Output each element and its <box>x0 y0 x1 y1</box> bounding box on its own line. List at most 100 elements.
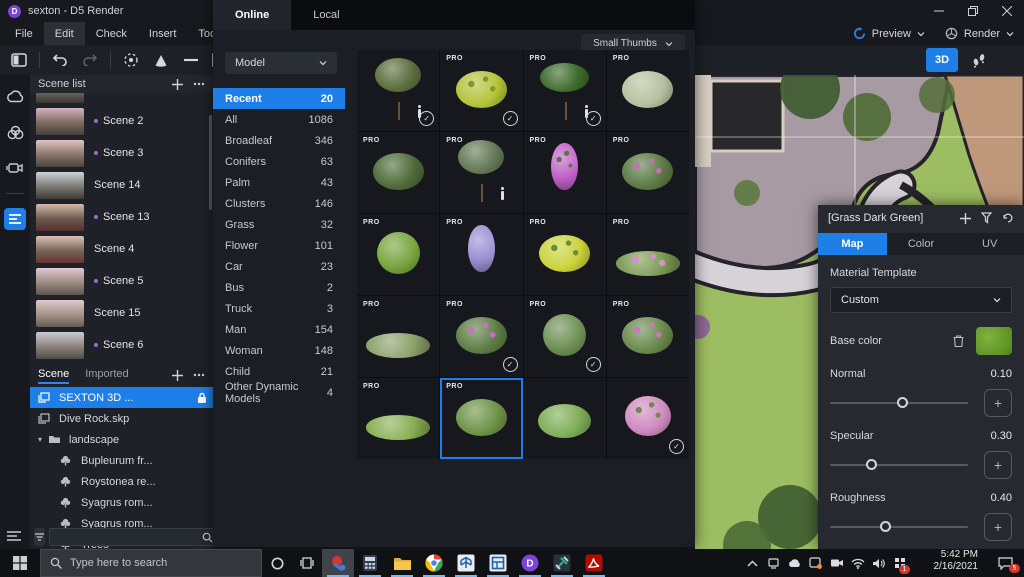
material-tab-color[interactable]: Color <box>887 233 956 255</box>
category-clusters[interactable]: Clusters146 <box>213 193 345 214</box>
taskbar-app-utility[interactable] <box>546 549 578 577</box>
slider-thumb[interactable] <box>880 521 891 532</box>
line-icon[interactable] <box>178 48 204 72</box>
assign-material-icon[interactable] <box>981 212 992 224</box>
asset-thumbnail[interactable]: PRO <box>440 132 522 213</box>
menu-check[interactable]: Check <box>85 22 138 45</box>
outliner-search-field[interactable] <box>56 530 202 544</box>
trash-icon[interactable] <box>953 335 964 347</box>
walk-mode-button[interactable] <box>964 48 994 72</box>
asset-thumbnail[interactable]: PRO <box>607 50 689 131</box>
scene-list-more-button[interactable] <box>193 82 205 86</box>
minimize-button[interactable] <box>922 0 956 22</box>
outliner-item[interactable]: Bupleurum fr... <box>30 450 213 471</box>
asset-thumbnail[interactable]: PRO✓ <box>440 50 522 131</box>
category-man[interactable]: Man154 <box>213 319 345 340</box>
scene-row[interactable]: Scene 14 <box>30 169 213 201</box>
action-center-button[interactable]: 5 <box>986 549 1024 577</box>
restore-button[interactable] <box>956 0 990 22</box>
scene-list-icon[interactable] <box>4 208 26 230</box>
filter-button[interactable] <box>34 528 45 546</box>
menu-edit[interactable]: Edit <box>44 22 85 45</box>
preview-button[interactable]: Preview <box>853 27 925 40</box>
taskbar-app-file-explorer[interactable] <box>386 549 418 577</box>
asset-thumbnail[interactable]: PRO <box>357 214 439 295</box>
scene-list-scrollbar[interactable] <box>209 115 212 210</box>
outliner-item[interactable]: ▾landscape <box>30 429 213 450</box>
asset-thumbnail[interactable]: PRO <box>607 132 689 213</box>
selection-circle-icon[interactable] <box>118 48 144 72</box>
asset-thumbnail[interactable]: ✓ <box>357 50 439 131</box>
cloud-icon[interactable] <box>4 85 26 107</box>
menu-file[interactable]: File <box>4 22 44 45</box>
scene-row[interactable]: Scene 13 <box>30 201 213 233</box>
taskbar-search-input[interactable]: Type here to search <box>40 549 262 577</box>
slider-add-map-button[interactable]: + <box>984 389 1012 417</box>
asset-thumbnail[interactable]: PRO✓ <box>524 50 606 131</box>
slider-track[interactable] <box>830 526 968 528</box>
wifi-icon[interactable] <box>847 549 868 577</box>
task-view-button[interactable] <box>292 549 322 577</box>
category-car[interactable]: Car23 <box>213 256 345 277</box>
materials-icon[interactable] <box>4 121 26 143</box>
asset-tab-local[interactable]: Local <box>291 0 361 30</box>
scene-row[interactable]: Scene 2 <box>30 105 213 137</box>
slider-thumb[interactable] <box>897 397 908 408</box>
material-tab-uv[interactable]: UV <box>955 233 1024 255</box>
scene-row[interactable]: Scene 11 <box>30 93 213 105</box>
cortana-button[interactable] <box>262 549 292 577</box>
device-icon[interactable] <box>763 549 784 577</box>
category-recent[interactable]: Recent20 <box>213 88 345 109</box>
undo-icon[interactable] <box>47 48 73 72</box>
category-truck[interactable]: Truck3 <box>213 298 345 319</box>
camera-icon[interactable] <box>4 157 26 179</box>
taskbar-app-chrome[interactable] <box>418 549 450 577</box>
category-broadleaf[interactable]: Broadleaf346 <box>213 130 345 151</box>
scene-row[interactable]: Scene 6 <box>30 329 213 361</box>
asset-thumbnail[interactable]: PRO <box>357 132 439 213</box>
render-button[interactable]: Render <box>945 27 1014 40</box>
asset-thumbnail[interactable]: PRO✓ <box>440 296 522 377</box>
add-scene-button[interactable] <box>172 79 183 90</box>
category-palm[interactable]: Palm43 <box>213 172 345 193</box>
outliner-item[interactable]: Syagrus rom... <box>30 492 213 513</box>
caret-down-icon[interactable]: ▾ <box>38 435 48 444</box>
cloud-icon[interactable] <box>784 549 805 577</box>
asset-thumbnail[interactable]: PRO✓ <box>524 296 606 377</box>
taskbar-app-acrobat[interactable] <box>578 549 610 577</box>
chevron-up-icon[interactable] <box>742 549 763 577</box>
scene-row[interactable]: Scene 3 <box>30 137 213 169</box>
close-button[interactable] <box>990 0 1024 22</box>
category-other-dynamic-models[interactable]: Other Dynamic Models4 <box>213 382 345 403</box>
asset-thumbnail[interactable] <box>524 378 606 459</box>
slider-track[interactable] <box>830 464 968 466</box>
category-all[interactable]: All1086 <box>213 109 345 130</box>
outliner-add-button[interactable] <box>172 370 183 381</box>
category-flower[interactable]: Flower101 <box>213 235 345 256</box>
asset-thumbnail[interactable]: PRO <box>440 214 522 295</box>
taskbar-app-calculator[interactable] <box>354 549 386 577</box>
menu-tool[interactable]: Tool <box>187 22 214 45</box>
app-orange-dot-icon[interactable] <box>805 549 826 577</box>
volume-icon[interactable] <box>868 549 889 577</box>
scene-row[interactable]: Scene 4 <box>30 233 213 265</box>
plus-icon[interactable] <box>960 213 971 224</box>
outliner-more-button[interactable] <box>193 373 205 377</box>
base-color-swatch[interactable] <box>976 327 1012 355</box>
asset-thumbnail[interactable]: PRO <box>357 378 439 459</box>
asset-thumbnail[interactable]: PRO <box>607 214 689 295</box>
scene-row[interactable]: Scene 5 <box>30 265 213 297</box>
slider-track[interactable] <box>830 402 968 404</box>
tab-imported[interactable]: Imported <box>85 366 128 384</box>
category-grass[interactable]: Grass32 <box>213 214 345 235</box>
asset-tab-online[interactable]: Online <box>213 0 291 30</box>
start-button[interactable] <box>0 549 40 577</box>
asset-type-dropdown[interactable]: Model <box>225 52 337 74</box>
menu-insert[interactable]: Insert <box>138 22 188 45</box>
camera-icon[interactable] <box>826 549 847 577</box>
outliner-item[interactable]: SEXTON 3D ... <box>30 387 213 408</box>
category-bus[interactable]: Bus2 <box>213 277 345 298</box>
taskbar-app-layout[interactable] <box>482 549 514 577</box>
tab-scene[interactable]: Scene <box>38 366 69 384</box>
taskbar-app-active-task[interactable] <box>322 549 354 577</box>
